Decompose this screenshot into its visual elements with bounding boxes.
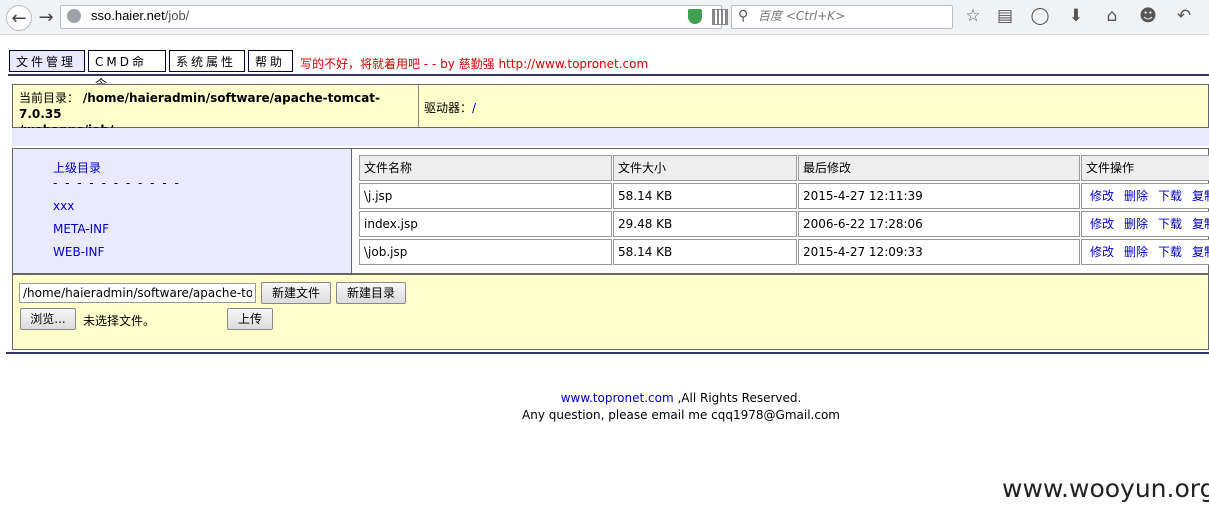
copy-link[interactable]: 复制	[1192, 189, 1209, 203]
address-bar[interactable]: sso.haier.net/job/ ▼ ↻	[60, 5, 772, 29]
no-file-label: 未选择文件。	[83, 314, 156, 328]
upload-button[interactable]: 上传	[227, 308, 273, 330]
edit-link[interactable]: 修改	[1090, 245, 1114, 259]
forward-button[interactable]: →	[34, 5, 58, 29]
star-icon[interactable]: ☆	[963, 6, 983, 26]
arrow-left-icon: ←	[11, 7, 27, 29]
file-ops: 修改删除下载复制	[1081, 239, 1209, 265]
table-row: \job.jsp 58.14 KB 2015-4-27 12:09:33 修改删…	[359, 239, 1209, 265]
edit-link[interactable]: 修改	[1090, 217, 1114, 231]
directory-list: 上级目录 - - - - - - - - - - - xxx META-INF …	[13, 149, 352, 273]
file-modified: 2015-4-27 12:09:33	[798, 239, 1080, 265]
system-properties-button[interactable]: 系统属性	[169, 50, 245, 72]
path-bar: 当前目录： /home/haieradmin/software/apache-t…	[12, 84, 1209, 137]
help-button[interactable]: 帮助	[248, 50, 293, 72]
delete-link[interactable]: 删除	[1124, 189, 1148, 203]
spacer-band	[12, 128, 1209, 146]
download-link[interactable]: 下载	[1158, 189, 1182, 203]
qr-code-icon[interactable]	[712, 9, 728, 25]
drive-link[interactable]: /	[472, 101, 476, 115]
download-link[interactable]: 下载	[1158, 245, 1182, 259]
file-manager-button[interactable]: 文件管理	[9, 50, 85, 72]
arrow-right-icon: →	[38, 6, 54, 28]
table-row: index.jsp 29.48 KB 2006-6-22 17:28:06 修改…	[359, 211, 1209, 237]
dir-link[interactable]: WEB-INF	[53, 245, 104, 259]
col-modified: 最后修改	[798, 155, 1080, 181]
file-modified: 2006-6-22 17:28:06	[798, 211, 1080, 237]
file-name: \job.jsp	[359, 239, 612, 265]
file-name: \j.jsp	[359, 183, 612, 209]
search-box[interactable]: ⚲	[731, 5, 953, 29]
cmd-button[interactable]: CMD命令	[88, 50, 166, 91]
file-ops: 修改删除下载复制	[1081, 211, 1209, 237]
copy-link[interactable]: 复制	[1192, 217, 1209, 231]
download-link[interactable]: 下载	[1158, 217, 1182, 231]
file-modified: 2015-4-27 12:11:39	[798, 183, 1080, 209]
delete-link[interactable]: 删除	[1124, 245, 1148, 259]
table-row: \j.jsp 58.14 KB 2015-4-27 12:11:39 修改 删除下…	[359, 183, 1209, 209]
dir-separator: - - - - - - - - - - -	[53, 176, 181, 190]
col-size: 文件大小	[613, 155, 797, 181]
browse-button[interactable]: 浏览...	[20, 308, 76, 330]
chat-icon[interactable]: ☻	[1138, 6, 1158, 26]
new-dir-button[interactable]: 新建目录	[336, 282, 406, 304]
search-icon: ⚲	[738, 8, 749, 24]
url-text: sso.haier.net/job/	[91, 8, 190, 23]
search-input[interactable]	[756, 8, 950, 24]
undo-icon[interactable]: ↶	[1174, 6, 1194, 26]
browser-toolbar: ← → sso.haier.net/job/ ▼ ↻ ⚲ ☆ ▤ ◯ ⬇ ⌂ ☻…	[0, 0, 1209, 35]
col-name: 文件名称	[359, 155, 612, 181]
divider	[8, 74, 1209, 76]
drive-selector: 驱动器：/	[424, 101, 477, 115]
copy-link[interactable]: 复制	[1192, 245, 1209, 259]
watermark: www.wooyun.org	[1002, 474, 1209, 503]
globe-icon	[67, 9, 81, 23]
file-size: 29.48 KB	[613, 211, 797, 237]
new-file-button[interactable]: 新建文件	[261, 282, 331, 304]
file-size: 58.14 KB	[613, 183, 797, 209]
action-form: 新建文件 新建目录 浏览... 未选择文件。 上传	[12, 274, 1209, 350]
file-size: 58.14 KB	[613, 239, 797, 265]
home-icon[interactable]: ⌂	[1102, 6, 1122, 26]
col-ops: 文件操作	[1081, 155, 1209, 181]
footer-contact: Any question, please email me cqq1978@Gm…	[522, 408, 840, 422]
delete-link[interactable]: 删除	[1124, 217, 1148, 231]
footer: www.topronet.com ,All Rights Reserved. A…	[0, 390, 1209, 424]
dir-link[interactable]: xxx	[53, 199, 74, 213]
divider	[6, 352, 1209, 354]
footer-link[interactable]: www.topronet.com	[561, 391, 674, 405]
shield-icon[interactable]	[688, 9, 702, 24]
file-name: index.jsp	[359, 211, 612, 237]
parent-dir-link[interactable]: 上级目录	[53, 159, 101, 176]
path-input[interactable]	[19, 283, 256, 303]
back-button[interactable]: ←	[6, 5, 32, 31]
author-note: 写的不好，将就着用吧 - - by 慈勤强 http://www.toprone…	[300, 57, 649, 71]
footer-rights: ,All Rights Reserved.	[673, 391, 802, 405]
pocket-icon[interactable]: ◯	[1030, 6, 1050, 26]
edit-link[interactable]: 修改	[1090, 189, 1114, 203]
reading-list-icon[interactable]: ▤	[995, 6, 1015, 26]
file-ops: 修改删除下载复制	[1081, 183, 1209, 209]
table-header: 文件名称 文件大小 最后修改 文件操作	[359, 155, 1209, 181]
download-icon[interactable]: ⬇	[1066, 6, 1086, 26]
file-browser: 上级目录 - - - - - - - - - - - xxx META-INF …	[12, 148, 1209, 274]
dir-link[interactable]: META-INF	[53, 222, 109, 236]
